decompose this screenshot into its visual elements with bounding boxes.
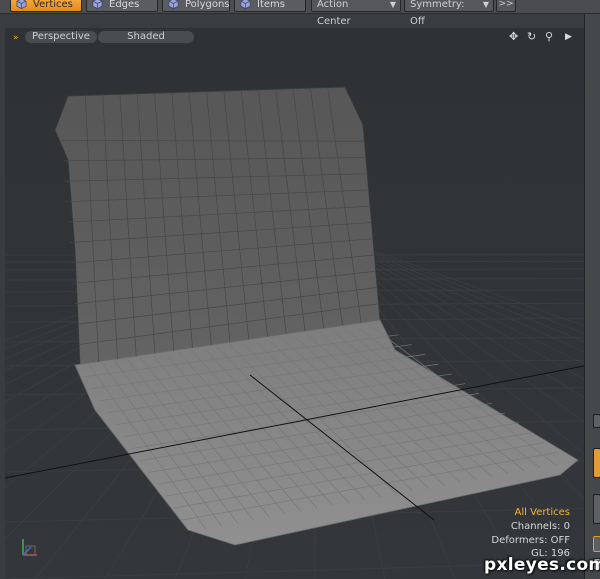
cube-icon bbox=[92, 0, 103, 9]
more-tools-button[interactable]: >> bbox=[496, 0, 516, 12]
vertices-mode-button[interactable]: Vertices bbox=[10, 0, 82, 12]
cube-icon bbox=[240, 0, 251, 9]
3d-viewport[interactable] bbox=[5, 28, 584, 579]
rotate-view-icon[interactable]: ↻ bbox=[527, 30, 536, 44]
viewport-header: » Perspective Shaded ✥ ↻ ⚲ ▶ bbox=[5, 28, 584, 48]
viewport-canvas[interactable] bbox=[5, 28, 584, 579]
viewport-info: All Vertices Channels: 0 Deformers: OFF … bbox=[491, 506, 570, 561]
modo-app: Vertices Edges Polygons Items Action Cen… bbox=[0, 0, 600, 579]
edges-label: Edges bbox=[109, 0, 140, 10]
mesh-back-panel[interactable] bbox=[54, 86, 381, 366]
zoom-view-icon[interactable]: ⚲ bbox=[545, 30, 553, 44]
dropdown-arrow-icon: ▼ bbox=[482, 0, 489, 9]
cube-icon bbox=[168, 0, 179, 9]
selection-toolbar: Vertices Edges Polygons Items Action Cen… bbox=[0, 0, 600, 27]
items-mode-button[interactable]: Items bbox=[234, 0, 306, 12]
symmetry-dropdown[interactable]: Symmetry: Off ▼ bbox=[404, 0, 494, 27]
projection-button[interactable]: Perspective bbox=[25, 31, 97, 43]
right-side-panel bbox=[584, 14, 600, 579]
items-label: Items bbox=[257, 0, 285, 10]
cube-icon bbox=[16, 0, 27, 9]
channels-text: Channels: 0 bbox=[510, 520, 570, 532]
panel-tab-button[interactable] bbox=[593, 494, 600, 524]
edges-mode-button[interactable]: Edges bbox=[86, 0, 158, 12]
axis-gizmo-icon bbox=[22, 539, 37, 556]
selection-mode-text: All Vertices bbox=[514, 507, 570, 518]
action-center-label: Action Center bbox=[317, 0, 351, 27]
watermark-text: pxleyes.com bbox=[484, 555, 600, 575]
dropdown-arrow-icon: ▼ bbox=[389, 0, 396, 9]
symmetry-label: Symmetry: Off bbox=[410, 0, 465, 27]
shading-button[interactable]: Shaded bbox=[98, 31, 194, 43]
polygons-label: Polygons bbox=[185, 0, 230, 10]
panel-tab-button-active[interactable] bbox=[593, 448, 600, 478]
panel-tab-button[interactable] bbox=[593, 414, 600, 428]
polygons-mode-button[interactable]: Polygons bbox=[162, 0, 230, 12]
vertices-label: Vertices bbox=[33, 0, 73, 10]
move-view-icon[interactable]: ✥ bbox=[509, 30, 518, 44]
collapse-arrow-icon[interactable]: » bbox=[13, 33, 19, 43]
panel-tab-button[interactable] bbox=[593, 536, 600, 552]
deformers-text: Deformers: OFF bbox=[491, 534, 570, 546]
action-center-dropdown[interactable]: Action Center ▼ bbox=[311, 0, 401, 27]
expand-arrow-icon[interactable]: ▶ bbox=[565, 30, 572, 44]
